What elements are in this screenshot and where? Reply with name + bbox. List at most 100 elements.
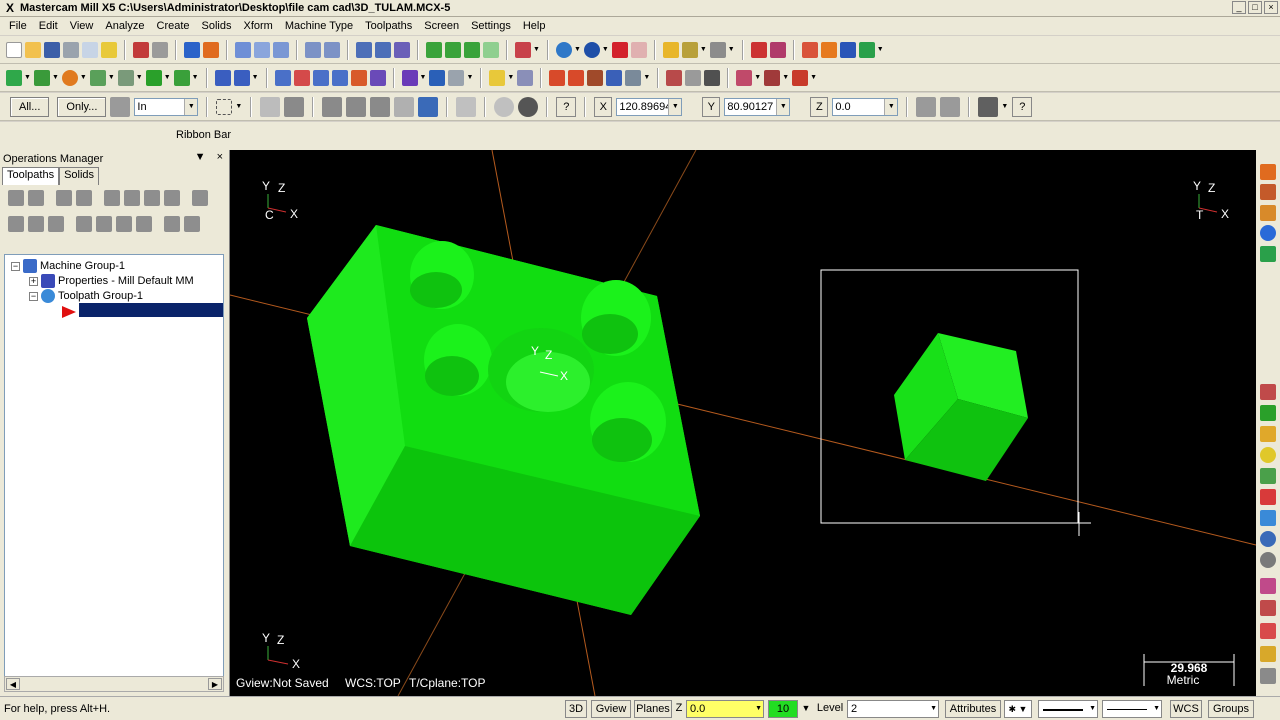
snap-cross-icon[interactable]: [1260, 184, 1276, 200]
drill-icon[interactable]: [549, 69, 566, 86]
pointer-select-icon[interactable]: [260, 96, 281, 117]
measure-icon[interactable]: [709, 41, 726, 58]
surface-finish-icon[interactable]: [685, 69, 702, 86]
solid-shade-icon[interactable]: [611, 41, 628, 58]
tab-toolpaths[interactable]: Toolpaths: [2, 167, 60, 185]
select-dirty-icon[interactable]: [28, 190, 44, 206]
chevron-down-icon[interactable]: ▼: [728, 46, 735, 53]
verify-selection-icon[interactable]: [456, 96, 477, 117]
scale-icon[interactable]: [331, 69, 348, 86]
fast-point-icon[interactable]: [916, 96, 937, 117]
backplot-selected-icon[interactable]: [124, 190, 140, 206]
recent-layer-icon[interactable]: [1260, 600, 1276, 616]
solid-select-icon[interactable]: [284, 96, 305, 117]
recent-move-icon[interactable]: [1260, 578, 1276, 594]
recent-fillet-icon[interactable]: [1260, 468, 1276, 484]
chevron-down-icon[interactable]: ▼: [507, 74, 514, 81]
recent-function-icon[interactable]: [1260, 384, 1276, 400]
select-backface-icon[interactable]: [418, 96, 439, 117]
hidden-line-icon[interactable]: [630, 41, 647, 58]
chevron-down-icon[interactable]: ▼: [700, 46, 707, 53]
gcode-icon[interactable]: [144, 190, 160, 206]
chevron-down-icon[interactable]: ▼: [533, 46, 540, 53]
recent-point-icon[interactable]: [1260, 405, 1276, 421]
selection-mask-icon[interactable]: [110, 96, 131, 117]
tree-toolpath-group[interactable]: − Toolpath Group-1: [29, 289, 143, 303]
expand-icon[interactable]: +: [29, 276, 38, 286]
dimension-icon[interactable]: [401, 69, 418, 86]
chevron-down-icon[interactable]: ▼: [466, 74, 473, 81]
break-icon[interactable]: [233, 69, 250, 86]
select-level-icon[interactable]: [394, 41, 410, 58]
snap-box-icon[interactable]: [1260, 205, 1276, 221]
lock-icon[interactable]: [8, 216, 24, 232]
help-button[interactable]: ?: [556, 96, 577, 117]
extrude-icon[interactable]: [173, 69, 190, 86]
auto-cursor-icon[interactable]: [940, 96, 961, 117]
wireframe-icon[interactable]: [515, 41, 531, 58]
front-view-icon[interactable]: [464, 41, 480, 58]
groups-button[interactable]: Groups: [1208, 700, 1254, 718]
chain-icon[interactable]: [666, 69, 683, 86]
snap-grid-icon[interactable]: [1260, 164, 1276, 180]
line-width-select[interactable]: ▼: [1102, 700, 1162, 718]
scroll-arrow-icon[interactable]: [136, 216, 152, 232]
recent-more-icon[interactable]: [1260, 668, 1276, 684]
tree-horizontal-scrollbar[interactable]: ◀ ▶: [4, 676, 224, 692]
menu-analyze[interactable]: Analyze: [99, 20, 150, 32]
select-icon[interactable]: [356, 41, 372, 58]
graphics-viewport[interactable]: Y Z X Y Z C X Y Z T X Y Z X Gview:Not Sa…: [230, 150, 1256, 696]
chevron-down-icon[interactable]: ▼: [52, 74, 59, 81]
zoom-window-icon[interactable]: [254, 41, 270, 58]
fit-icon[interactable]: [235, 41, 251, 58]
z-depth-input[interactable]: 0.0 ▼: [686, 700, 764, 718]
menu-screen[interactable]: Screen: [418, 20, 465, 32]
redo-icon[interactable]: [152, 41, 168, 58]
grid-icon[interactable]: [429, 69, 446, 86]
post-icon[interactable]: [858, 41, 875, 58]
chevron-down-icon[interactable]: ▼: [754, 74, 761, 81]
panel-close-icon[interactable]: ×: [217, 151, 223, 163]
menu-machine-type[interactable]: Machine Type: [279, 20, 359, 32]
unzoom-icon[interactable]: [305, 41, 321, 58]
right-view-icon[interactable]: [483, 41, 499, 58]
create-line-icon[interactable]: [33, 69, 50, 86]
new-file-icon[interactable]: [6, 41, 22, 58]
lathe-icon[interactable]: [792, 69, 809, 86]
menu-help[interactable]: Help: [517, 20, 552, 32]
chevron-down-icon[interactable]: ▼: [108, 74, 115, 81]
print-icon[interactable]: [63, 41, 79, 58]
project-icon[interactable]: [369, 69, 386, 86]
menu-file[interactable]: File: [3, 20, 33, 32]
single-display-icon[interactable]: [164, 216, 180, 232]
verify-selected-icon[interactable]: [104, 190, 120, 206]
color-dropdown-icon[interactable]: ▼: [800, 700, 812, 718]
toolpath-manager-icon[interactable]: [801, 41, 818, 58]
viewport-canvas[interactable]: Y Z X Y Z C X Y Z T X Y Z X Gview:Not Sa…: [230, 150, 1256, 696]
chevron-down-icon[interactable]: ▼: [810, 74, 817, 81]
solid-pick-icon[interactable]: [518, 96, 539, 117]
select-face-icon[interactable]: [346, 96, 367, 117]
create-point-icon[interactable]: [6, 69, 22, 86]
chevron-down-icon[interactable]: ▼: [782, 74, 789, 81]
light-icon[interactable]: [489, 69, 506, 86]
attributes-button[interactable]: Attributes: [945, 700, 1001, 718]
pan-icon[interactable]: [184, 41, 200, 58]
analyze-icon[interactable]: [662, 41, 679, 58]
chevron-down-icon[interactable]: ▼: [24, 74, 31, 81]
select-pick-icon[interactable]: [375, 41, 391, 58]
open-file-icon[interactable]: [25, 41, 41, 58]
select-loop-icon[interactable]: [394, 96, 415, 117]
recent-view-icon[interactable]: [1260, 531, 1276, 547]
end-selection-icon[interactable]: [978, 96, 999, 117]
selection-help-button[interactable]: ?: [1012, 96, 1033, 117]
pocket-icon[interactable]: [587, 69, 604, 86]
post-selected-icon[interactable]: [164, 190, 180, 206]
fillet-icon[interactable]: [117, 69, 134, 86]
menu-solids[interactable]: Solids: [196, 20, 238, 32]
tree-machine-group[interactable]: − Machine Group-1: [11, 259, 125, 273]
menu-xform[interactable]: Xform: [238, 20, 279, 32]
undo-icon[interactable]: [133, 41, 149, 58]
translate-icon[interactable]: [274, 69, 291, 86]
3d-toggle-button[interactable]: 3D: [565, 700, 587, 718]
